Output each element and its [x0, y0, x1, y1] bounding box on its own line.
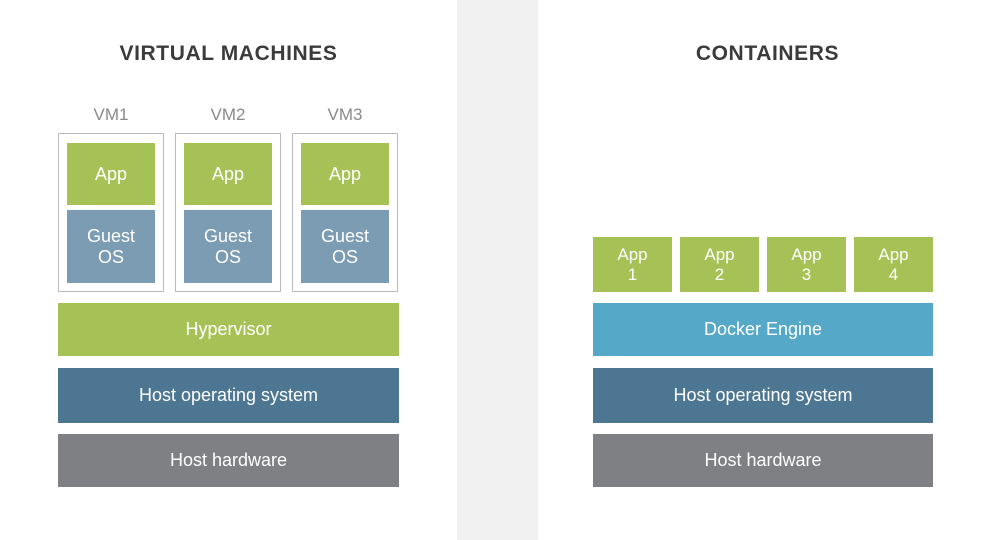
hypervisor-layer: Hypervisor	[58, 303, 399, 356]
container-app-2-tile: App 2	[680, 237, 759, 292]
vm1-guest-os-tile: Guest OS	[67, 210, 155, 283]
vm-host-hardware-layer: Host hardware	[58, 434, 399, 487]
vm3-guest-os-tile: Guest OS	[301, 210, 389, 283]
vm2-label: VM2	[210, 105, 246, 124]
docker-engine-layer: Docker Engine	[593, 303, 933, 356]
vm1-label: VM1	[93, 105, 129, 124]
vm1-app-tile: App	[67, 143, 155, 205]
container-app-3-tile: App 3	[767, 237, 846, 292]
vm3-label: VM3	[327, 105, 363, 124]
vm2-app-tile: App	[184, 143, 272, 205]
container-host-hardware-layer: Host hardware	[593, 434, 933, 487]
container-app-1-tile: App 1	[593, 237, 672, 292]
containers-title: CONTAINERS	[695, 42, 840, 65]
center-divider-band	[457, 0, 538, 540]
container-host-os-layer: Host operating system	[593, 368, 933, 423]
vm3-app-tile: App	[301, 143, 389, 205]
container-app-4-tile: App 4	[854, 237, 933, 292]
vm2-guest-os-tile: Guest OS	[184, 210, 272, 283]
diagram-canvas: VIRTUAL MACHINES VM1 VM2 VM3 App Guest O…	[0, 0, 997, 540]
vm-host-os-layer: Host operating system	[58, 368, 399, 423]
virtual-machines-title: VIRTUAL MACHINES	[119, 42, 338, 65]
